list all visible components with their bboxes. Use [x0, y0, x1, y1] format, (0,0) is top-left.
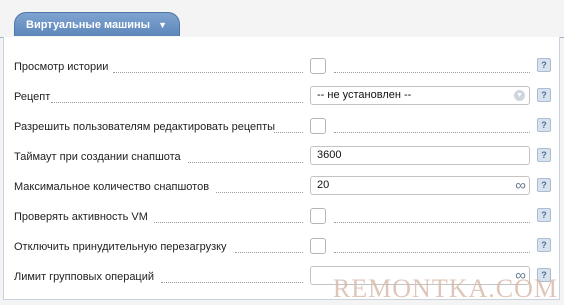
row-label: Проверять активность VM: [14, 211, 148, 223]
dotted-leader: [235, 252, 303, 253]
row-label: Просмотр истории: [14, 61, 109, 73]
row-recipe: Рецепт -- не установлен -- ▼ ?: [4, 85, 559, 109]
dotted-leader: [113, 72, 303, 73]
recipe-select[interactable]: -- не установлен -- ▼: [310, 86, 530, 105]
help-icon[interactable]: ?: [537, 208, 551, 222]
dotted-leader: [51, 102, 303, 103]
dotted-leader: [334, 72, 530, 73]
chevron-down-icon[interactable]: ▼: [514, 90, 525, 101]
dotted-leader: [188, 162, 303, 163]
dotted-leader: [154, 222, 303, 223]
row-label: Таймаут при создании снапшота: [14, 151, 181, 163]
disable-force-reboot-checkbox[interactable]: [310, 238, 326, 254]
row-label: Разрешить пользователям редактировать ре…: [14, 121, 276, 133]
row-allow-edit-recipes: Разрешить пользователям редактировать ре…: [4, 115, 559, 139]
chevron-down-icon[interactable]: ▼: [158, 20, 167, 30]
allow-edit-recipes-checkbox[interactable]: [310, 118, 326, 134]
dotted-leader: [334, 222, 530, 223]
watermark: REMONTKA.COM: [332, 274, 558, 303]
dotted-leader: [334, 132, 530, 133]
dotted-leader: [334, 252, 530, 253]
check-vm-activity-checkbox[interactable]: [310, 208, 326, 224]
help-icon[interactable]: ?: [537, 88, 551, 102]
dotted-leader: [274, 132, 303, 133]
row-max-snapshots: Максимальное количество снапшотов 20 ∞ ?: [4, 175, 559, 199]
help-icon[interactable]: ?: [537, 118, 551, 132]
max-snapshots-input[interactable]: 20 ∞: [310, 176, 530, 195]
row-label: Отключить принудительную перезагрузку: [14, 241, 227, 253]
dotted-leader: [216, 192, 303, 193]
snapshot-timeout-value: 3600: [317, 149, 342, 161]
help-icon[interactable]: ?: [537, 238, 551, 252]
max-snapshots-value: 20: [317, 179, 330, 191]
row-label: Рецепт: [14, 91, 51, 103]
tab-label: Виртуальные машины: [26, 18, 151, 31]
row-check-vm-activity: Проверять активность VM ?: [4, 205, 559, 229]
row-label: Максимальное количество снапшотов: [14, 181, 210, 193]
row-snapshot-timeout: Таймаут при создании снапшота 3600 ?: [4, 145, 559, 169]
snapshot-timeout-input[interactable]: 3600: [310, 146, 530, 165]
recipe-select-value: -- не установлен --: [317, 89, 412, 101]
row-disable-force-reboot: Отключить принудительную перезагрузку ?: [4, 235, 559, 259]
tab-virtual-machines[interactable]: Виртуальные машины ▼: [14, 12, 180, 36]
help-icon[interactable]: ?: [537, 148, 551, 162]
help-icon[interactable]: ?: [537, 178, 551, 192]
help-icon[interactable]: ?: [537, 58, 551, 72]
row-history-view: Просмотр истории ?: [4, 55, 559, 79]
infinity-icon[interactable]: ∞: [515, 176, 526, 195]
settings-panel: Просмотр истории ? Рецепт -- не установл…: [3, 37, 560, 300]
row-label: Лимит групповых операций: [14, 271, 155, 283]
dotted-leader: [161, 282, 303, 283]
tab-bar: Виртуальные машины ▼: [0, 0, 564, 38]
history-view-checkbox[interactable]: [310, 58, 326, 74]
